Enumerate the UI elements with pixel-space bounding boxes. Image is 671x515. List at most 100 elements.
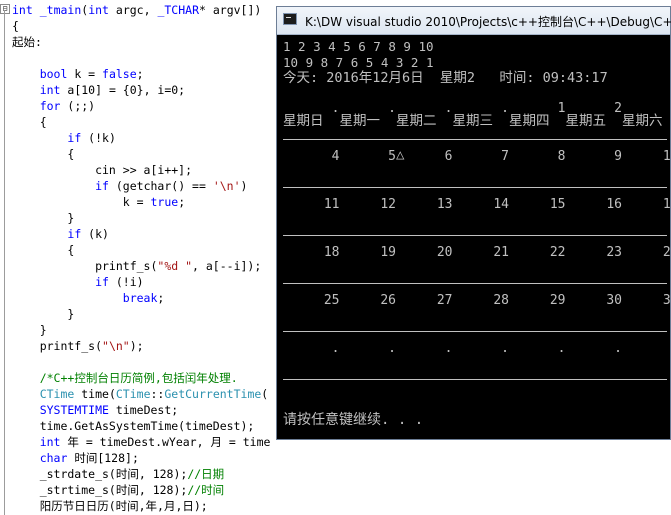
calendar-day: 5 <box>388 149 396 164</box>
source-code[interactable]: int _tmain(int argc, _TCHAR* argv[]){起始:… <box>12 2 270 514</box>
code-token: , a[--i]); <box>192 259 262 273</box>
code-token: int <box>88 3 109 17</box>
code-line[interactable]: if (getchar() == '\n') <box>12 178 270 194</box>
code-line[interactable]: char 时间[128]; <box>12 450 270 466</box>
code-line[interactable]: time.GetAsSystemTime(timeDest); <box>12 418 270 434</box>
code-token: _TCHAR <box>157 3 199 17</box>
calendar-day: 28 <box>493 293 509 308</box>
console-window[interactable]: K:\DW visual studio 2010\Projects\c++控制台… <box>276 6 671 440</box>
code-line[interactable] <box>12 354 270 370</box>
calendar-day: 18 <box>323 245 340 260</box>
code-token: ; <box>136 67 144 81</box>
code-line[interactable] <box>12 50 270 66</box>
code-token: } <box>12 307 75 321</box>
code-line[interactable]: } <box>12 210 270 226</box>
code-token: CTime <box>115 387 151 401</box>
console-titlebar[interactable]: K:\DW visual studio 2010\Projects\c++控制台… <box>277 7 671 35</box>
code-token: _strtime_s(时间, 128); <box>12 483 188 497</box>
calendar-day: 4 <box>331 149 340 164</box>
code-token: GetCurrentTime <box>164 387 262 401</box>
code-token: CTime <box>39 387 75 401</box>
code-token: } <box>12 211 75 225</box>
code-token: timeDest; <box>108 403 179 417</box>
code-token: ; <box>178 195 186 209</box>
code-line[interactable]: for (;;) <box>12 98 270 114</box>
code-token: } <box>12 323 47 337</box>
calendar-day: 2 <box>614 101 622 116</box>
code-token: //日期 <box>187 467 225 481</box>
code-line[interactable]: { <box>12 18 270 34</box>
calendar-day: . <box>331 341 340 356</box>
code-token: k = <box>12 195 151 209</box>
code-line[interactable]: } <box>12 322 270 338</box>
console-screen[interactable]: 1 2 3 4 5 6 7 8 9 10 10 9 8 7 6 5 4 3 2 … <box>277 35 670 439</box>
code-line[interactable]: printf_s("%d ", a[--i]); <box>12 258 270 274</box>
code-line[interactable]: break; <box>12 290 270 306</box>
code-line[interactable]: { <box>12 146 270 162</box>
code-token: (k) <box>81 227 109 241</box>
code-line[interactable]: CTime time(CTime::GetCurrentTime( <box>12 386 270 402</box>
code-line[interactable]: } <box>12 306 270 322</box>
calendar-day: 22 <box>549 245 566 260</box>
code-token: { <box>12 243 75 257</box>
code-line[interactable]: k = true; <box>12 194 270 210</box>
code-token: printf_s( <box>12 339 103 353</box>
calendar-day: 9 <box>614 149 622 164</box>
code-token: ( <box>261 387 269 401</box>
code-token: char <box>39 451 68 465</box>
code-line[interactable]: cin >> a[i++]; <box>12 162 270 178</box>
code-line[interactable]: if (k) <box>12 226 270 242</box>
console-app-icon[interactable] <box>283 13 297 25</box>
code-token: a[10] = {0}, i=0; <box>60 83 186 97</box>
code-token: '\n' <box>212 179 241 193</box>
calendar-day: 17 <box>662 197 670 212</box>
code-line[interactable]: SYSTEMTIME timeDest; <box>12 402 270 418</box>
code-line[interactable]: 阳历节日日历(时间,年,月,日); <box>12 498 270 514</box>
code-token: time( <box>74 387 116 401</box>
code-token: * argv[]) <box>199 3 262 17</box>
code-token: (getchar() == <box>108 179 213 193</box>
code-line[interactable]: printf_s("\n"); <box>12 338 270 354</box>
code-token: 年 = timeDest.wYear, 月 = time <box>60 435 271 449</box>
code-line[interactable]: { <box>12 242 270 258</box>
code-line[interactable]: if (!k) <box>12 130 270 146</box>
code-line[interactable]: int _tmain(int argc, _TCHAR* argv[]) <box>12 2 270 18</box>
calendar-day: 13 <box>436 197 453 212</box>
calendar-day: . <box>501 101 509 116</box>
code-line[interactable]: bool k = false; <box>12 66 270 82</box>
calendar-day: 1 <box>557 101 566 116</box>
dashed-separator <box>283 235 667 236</box>
code-line[interactable]: /*C++控制台日历简例,包括闰年处理. <box>12 370 270 386</box>
calendar-day: 24 <box>662 245 670 260</box>
console-title: K:\DW visual studio 2010\Projects\c++控制台… <box>305 15 671 29</box>
code-line[interactable]: if (!i) <box>12 274 270 290</box>
calendar-day: 19 <box>380 245 396 260</box>
collapse-icon[interactable]: ⊟ <box>0 4 10 14</box>
code-token: 阳历节日日历(时间,年,月,日); <box>12 499 208 513</box>
code-line[interactable]: _strtime_s(时间, 128);//时间 <box>12 482 270 498</box>
calendar-day: . <box>444 101 453 116</box>
calendar-day: 16 <box>606 197 622 212</box>
code-line[interactable]: int 年 = timeDest.wYear, 月 = time <box>12 434 271 450</box>
code-line[interactable]: 起始: <box>12 34 270 50</box>
reversed-output-line: 10 9 8 7 6 5 4 3 2 1 <box>283 55 434 70</box>
code-token: { <box>12 115 47 129</box>
editor-gutter: ⊟ <box>0 0 10 515</box>
calendar-day: . <box>444 341 453 356</box>
code-line[interactable]: _strdate_s(时间, 128);//日期 <box>12 466 270 482</box>
calendar-day: 14 <box>493 197 509 212</box>
code-token: if <box>67 131 82 145</box>
calendar-day: 12 <box>380 197 396 212</box>
outline-bar <box>4 10 5 515</box>
code-line[interactable]: int a[10] = {0}, i=0; <box>12 82 270 98</box>
code-line[interactable]: { <box>12 114 270 130</box>
code-token: ; <box>157 291 165 305</box>
calendar-day: 3 <box>639 101 671 116</box>
code-token: argc, <box>108 3 158 17</box>
